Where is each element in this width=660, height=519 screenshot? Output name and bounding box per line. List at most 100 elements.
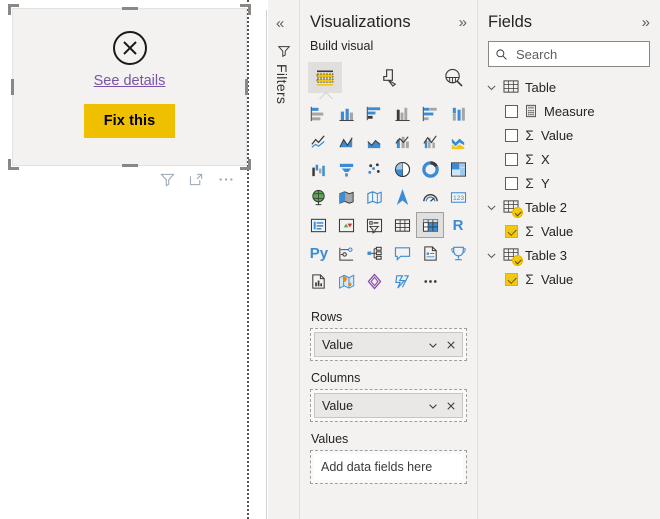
- more-options-icon[interactable]: [218, 172, 234, 187]
- scatter-chart-icon[interactable]: [361, 156, 389, 182]
- arcgis-map-icon[interactable]: [333, 268, 361, 294]
- qa-visual-icon[interactable]: [389, 240, 417, 266]
- fields-table-node[interactable]: Table 3: [478, 243, 660, 267]
- card-icon[interactable]: 123: [444, 184, 472, 210]
- resize-handle-right[interactable]: [245, 79, 248, 95]
- ribbon-chart-icon[interactable]: [444, 128, 472, 154]
- collapse-filters-icon[interactable]: «: [276, 16, 284, 31]
- matrix-icon[interactable]: [416, 212, 445, 238]
- resize-handle-bottom-right[interactable]: [240, 159, 251, 170]
- field-checkbox[interactable]: [505, 104, 518, 118]
- waterfall-chart-icon[interactable]: [305, 156, 333, 182]
- kpi-icon[interactable]: [333, 212, 361, 238]
- close-icon[interactable]: [445, 339, 457, 351]
- fix-this-button[interactable]: Fix this: [83, 103, 176, 138]
- resize-handle-bottom-left[interactable]: [8, 159, 19, 170]
- line-stacked-column-chart-icon[interactable]: [389, 128, 417, 154]
- shape-map-icon[interactable]: [361, 184, 389, 210]
- field-item[interactable]: ΣY: [478, 171, 660, 195]
- field-item[interactable]: Σ Value: [478, 219, 660, 243]
- r-script-visual-icon[interactable]: R: [444, 212, 472, 238]
- fields-search-box[interactable]: [488, 41, 650, 67]
- gauge-icon[interactable]: [416, 184, 444, 210]
- multi-row-card-icon[interactable]: [305, 212, 333, 238]
- paginated-report-icon[interactable]: [305, 268, 333, 294]
- chevron-down-icon[interactable]: [486, 202, 498, 213]
- 100-stacked-bar-chart-icon[interactable]: [416, 100, 444, 126]
- filled-map-icon[interactable]: [333, 184, 361, 210]
- resize-handle-top-left[interactable]: [8, 4, 19, 15]
- slicer-icon[interactable]: [361, 212, 389, 238]
- donut-chart-icon[interactable]: [416, 156, 444, 182]
- chevron-down-icon[interactable]: [486, 82, 498, 93]
- field-checkbox[interactable]: [505, 128, 518, 142]
- build-visual-tab[interactable]: [308, 62, 342, 100]
- pie-chart-icon[interactable]: [389, 156, 417, 182]
- table-icon[interactable]: [389, 212, 417, 238]
- rows-well[interactable]: Value: [310, 328, 467, 361]
- chevron-down-icon[interactable]: [427, 400, 439, 412]
- selected-visual-container[interactable]: See details Fix this: [8, 4, 251, 170]
- line-clustered-column-chart-icon[interactable]: [416, 128, 444, 154]
- format-tab[interactable]: [372, 62, 406, 93]
- decomposition-tree-icon[interactable]: [361, 240, 389, 266]
- filter-funnel-icon[interactable]: [277, 44, 291, 58]
- rows-well-field-pill[interactable]: Value: [314, 332, 463, 357]
- fields-table-node[interactable]: Table: [478, 75, 660, 99]
- treemap-icon[interactable]: [444, 156, 472, 182]
- narrative-icon[interactable]: [416, 240, 444, 266]
- report-canvas[interactable]: See details Fix this: [0, 0, 268, 519]
- power-apps-icon[interactable]: [361, 268, 389, 294]
- stacked-column-chart-icon[interactable]: [333, 100, 361, 126]
- metrics-icon[interactable]: [444, 240, 472, 266]
- filters-pane-collapsed[interactable]: « Filters: [268, 0, 300, 519]
- more-visuals-icon[interactable]: [416, 268, 444, 294]
- funnel-chart-icon[interactable]: [333, 156, 361, 182]
- field-item[interactable]: ΣX: [478, 147, 660, 171]
- 100-stacked-column-chart-icon[interactable]: [444, 100, 472, 126]
- chevron-down-icon[interactable]: [427, 339, 439, 351]
- resize-handle-top-right[interactable]: [240, 4, 251, 15]
- filter-icon[interactable]: [160, 172, 175, 187]
- analytics-tab[interactable]: [436, 62, 470, 93]
- key-influencers-icon[interactable]: [333, 240, 361, 266]
- field-checkbox[interactable]: [505, 224, 518, 238]
- values-well[interactable]: Add data fields here: [310, 450, 467, 484]
- columns-well-field-pill[interactable]: Value: [314, 393, 463, 418]
- field-item[interactable]: Σ Value: [478, 267, 660, 291]
- area-chart-icon[interactable]: [333, 128, 361, 154]
- fields-table-node[interactable]: Table 2: [478, 195, 660, 219]
- resize-handle-top[interactable]: [121, 7, 138, 10]
- field-item[interactable]: Measure: [478, 99, 660, 123]
- field-pill-label: Value: [322, 337, 354, 352]
- stacked-area-chart-icon[interactable]: [361, 128, 389, 154]
- line-chart-icon[interactable]: [305, 128, 333, 154]
- field-name: Value: [541, 127, 574, 143]
- chevron-down-icon[interactable]: [486, 250, 498, 261]
- field-name: Value: [541, 223, 574, 239]
- clustered-bar-chart-icon[interactable]: [361, 100, 389, 126]
- field-checkbox[interactable]: [505, 152, 518, 166]
- field-item[interactable]: Σ Value: [478, 123, 660, 147]
- field-checkbox[interactable]: [505, 176, 518, 190]
- search-input[interactable]: [514, 45, 643, 63]
- expand-visualizations-icon[interactable]: »: [459, 15, 467, 30]
- visual-error-body: See details Fix this: [12, 8, 247, 166]
- close-icon[interactable]: [445, 400, 457, 412]
- see-details-link[interactable]: See details: [94, 73, 166, 90]
- field-checkbox[interactable]: [505, 272, 518, 286]
- resize-handle-left[interactable]: [11, 79, 14, 95]
- power-automate-icon[interactable]: [389, 268, 417, 294]
- columns-well[interactable]: Value: [310, 389, 467, 422]
- python-script-visual-icon[interactable]: Py: [305, 240, 333, 266]
- focus-mode-icon[interactable]: [189, 172, 204, 187]
- expand-fields-icon[interactable]: »: [642, 15, 650, 30]
- sigma-icon: Σ: [525, 271, 534, 287]
- map-icon[interactable]: [305, 184, 333, 210]
- values-well-placeholder: Add data fields here: [314, 454, 463, 480]
- azure-map-icon[interactable]: [389, 184, 417, 210]
- resize-handle-bottom[interactable]: [121, 164, 138, 167]
- stacked-bar-chart-icon[interactable]: [305, 100, 333, 126]
- filters-label[interactable]: Filters: [274, 64, 290, 104]
- clustered-column-chart-icon[interactable]: [389, 100, 417, 126]
